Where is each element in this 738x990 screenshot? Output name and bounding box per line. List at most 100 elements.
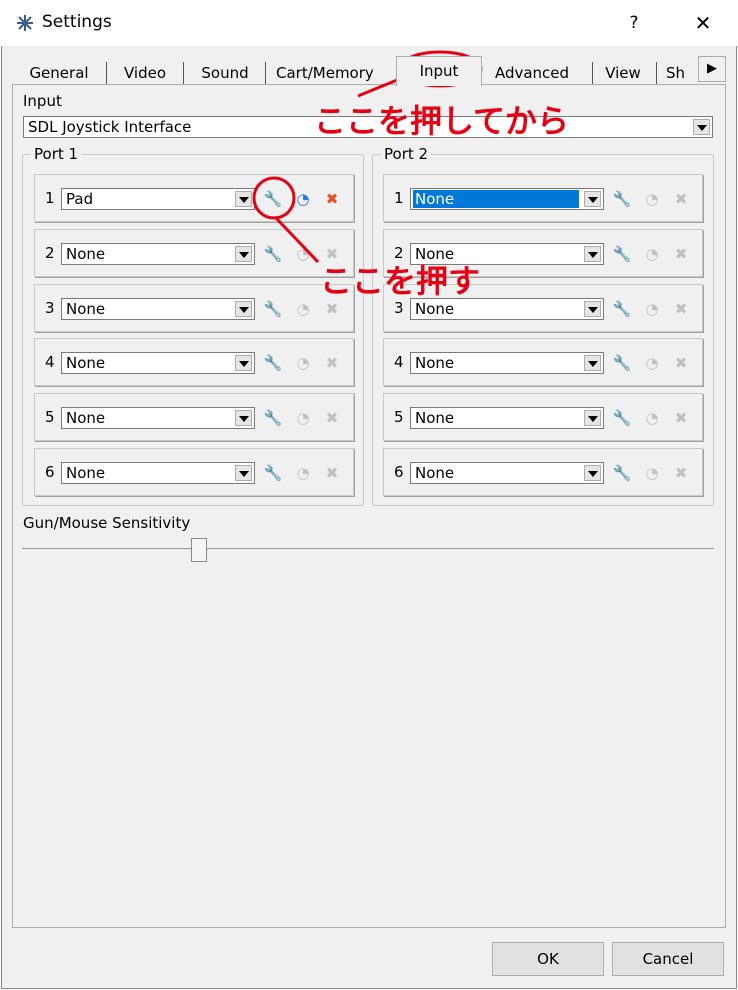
configure-wrench-icon: 🔧 [263,354,283,372]
slot-number: 1 [394,189,404,207]
dropdown-arrow-icon[interactable] [235,410,252,426]
close-button[interactable]: ✕ [684,6,722,40]
configure-wrench-icon: 🔧 [612,190,632,208]
clear-x-icon: ✖ [674,300,688,318]
sensitivity-slider-thumb[interactable] [191,538,207,562]
configure-wrench-icon: 🔧 [612,300,632,318]
port2-title: Port 2 [381,145,432,163]
configure-wrench-icon: 🔧 [612,354,632,372]
clear-x-icon: ✖ [674,245,688,263]
gauge-icon: ◔ [645,300,659,318]
port1-slot-1-select[interactable]: Pad [61,188,255,210]
gauge-icon: ◔ [645,409,659,427]
sensitivity-slider-track[interactable] [22,548,714,551]
gauge-icon: ◔ [645,245,659,263]
select-value: None [415,464,455,482]
port2-slot-6: 6 None 🔧 ◔ ✖ [383,448,703,496]
tab-video[interactable]: Video [112,62,178,84]
dropdown-arrow-icon[interactable] [584,191,601,207]
annotation-button-note: ここを押す [320,262,481,300]
dropdown-arrow-icon[interactable] [584,301,601,317]
select-value: Pad [66,190,94,208]
tab-separator [592,62,593,84]
configure-wrench-icon: 🔧 [263,300,283,318]
tab-separator [183,62,184,84]
sensitivity-label: Gun/Mouse Sensitivity [23,514,191,532]
select-value: None [66,464,106,482]
port1-slot-1: 1 Pad 🔧 ◔ ✖ [34,174,354,222]
tab-sound[interactable]: Sound [188,62,262,84]
ok-button[interactable]: OK [492,942,604,976]
tab-scroll-right-button[interactable]: ▶ [698,56,726,82]
dropdown-arrow-icon[interactable] [235,246,252,262]
select-value: None [415,354,455,372]
gauge-icon: ◔ [296,300,310,318]
slot-number: 6 [394,463,404,481]
slot-number: 6 [45,463,55,481]
gauge-icon: ◔ [645,464,659,482]
port2-slot-6-select[interactable]: None [410,462,604,484]
gauge-icon: ◔ [645,190,659,208]
port1-slot-2-select[interactable]: None [61,243,255,265]
configure-wrench-icon: 🔧 [612,464,632,482]
select-value: None [66,245,106,263]
dropdown-arrow-icon[interactable] [584,246,601,262]
tab-cart-memory[interactable]: Cart/Memory [276,62,384,84]
tab-view[interactable]: View [598,62,648,84]
configure-wrench-icon: 🔧 [612,409,632,427]
port1-slot-3: 3 None 🔧 ◔ ✖ [34,284,354,332]
gauge-icon[interactable]: ◔ [293,189,313,209]
annotation-tab-note: ここを押してから [314,102,570,140]
input-label: Input [23,92,62,110]
gauge-icon: ◔ [645,354,659,372]
slot-number: 5 [45,408,55,426]
gauge-icon: ◔ [296,409,310,427]
input-device-value: SDL Joystick Interface [28,118,192,136]
port1-slot-6-select[interactable]: None [61,462,255,484]
port2-slot-1-select[interactable]: None [410,188,604,210]
port1-slot-5-select[interactable]: None [61,407,255,429]
select-value: None [413,190,579,208]
help-button[interactable]: ? [620,6,648,40]
select-value: None [66,354,106,372]
port2-slot-4-select[interactable]: None [410,352,604,374]
dropdown-arrow-icon[interactable] [235,465,252,481]
chevron-right-icon: ▶ [707,61,717,76]
port2-slot-1: 1 None 🔧 ◔ ✖ [383,174,703,222]
tab-advanced[interactable]: Advanced [486,62,578,84]
port2-slot-5: 5 None 🔧 ◔ ✖ [383,393,703,441]
clear-x-icon: ✖ [674,464,688,482]
clear-x-icon: ✖ [325,409,339,427]
dropdown-arrow-icon[interactable] [584,465,601,481]
port1-slot-4-select[interactable]: None [61,352,255,374]
clear-x-icon: ✖ [325,354,339,372]
slot-number: 4 [45,353,55,371]
dropdown-arrow-icon[interactable] [693,119,710,135]
slot-number: 3 [45,299,55,317]
dropdown-arrow-icon[interactable] [584,410,601,426]
tab-input[interactable]: Input [396,56,482,86]
dropdown-arrow-icon[interactable] [235,301,252,317]
clear-x-icon: ✖ [674,354,688,372]
port2-slot-5-select[interactable]: None [410,407,604,429]
tab-sh[interactable]: Sh [666,62,700,84]
window-title: Settings [42,12,112,32]
slot-number: 4 [394,353,404,371]
port1-slot-3-select[interactable]: None [61,298,255,320]
dropdown-arrow-icon[interactable] [235,191,252,207]
clear-x-icon[interactable]: ✖ [322,189,342,209]
dropdown-arrow-icon[interactable] [584,355,601,371]
clear-x-icon: ✖ [325,300,339,318]
configure-wrench-icon[interactable]: 🔧 [263,189,283,209]
tab-general[interactable]: General [18,62,100,84]
gauge-icon: ◔ [296,354,310,372]
port1-slot-5: 5 None 🔧 ◔ ✖ [34,393,354,441]
configure-wrench-icon: 🔧 [612,245,632,263]
clear-x-icon: ✖ [674,409,688,427]
port2-slot-4: 4 None 🔧 ◔ ✖ [383,338,703,386]
select-value: None [66,300,106,318]
clear-x-icon: ✖ [674,190,688,208]
title-bar: Settings ? ✕ [0,0,738,46]
dropdown-arrow-icon[interactable] [235,355,252,371]
cancel-button[interactable]: Cancel [612,942,724,976]
